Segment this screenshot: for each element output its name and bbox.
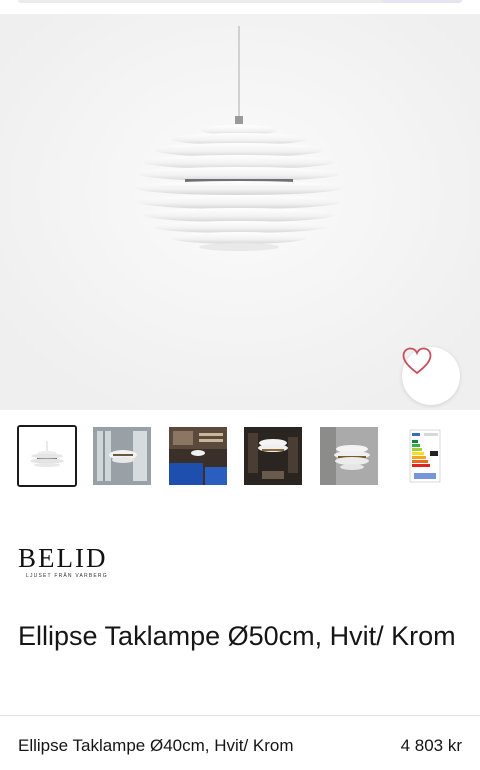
brand-name: BELID <box>18 543 108 573</box>
top-strip <box>0 0 480 14</box>
variant-name: Ellipse Taklampe Ø40cm, Hvit/ Krom <box>18 736 294 755</box>
thumb-lamp-white[interactable] <box>17 425 77 487</box>
top-accent-bar <box>382 0 462 3</box>
heart-icon <box>402 347 432 375</box>
thumb-livingroom-blue-sofa[interactable] <box>169 427 227 485</box>
variant-price: 4 803 kr <box>400 736 462 755</box>
thumb-lamp-dark-room[interactable] <box>244 427 302 485</box>
thumb-lamp-closeup[interactable] <box>320 427 378 485</box>
thumb-lamp-window[interactable] <box>93 427 151 485</box>
favorite-button[interactable] <box>402 347 460 405</box>
sticky-variant-bar[interactable]: Ellipse Taklampe Ø40cm, Hvit/ Krom 4 803… <box>0 715 480 770</box>
product-title: Ellipse Taklampe Ø50cm, Hvit/ Krom <box>18 621 456 651</box>
brand-tagline: LJUSET FRÅN VARBERG <box>26 573 108 579</box>
thumbnail-strip <box>0 425 480 489</box>
thumb-energy-label[interactable] <box>396 427 454 485</box>
brand-logo[interactable]: BELID LJUSET FRÅN VARBERG <box>18 544 138 584</box>
main-product-image[interactable] <box>0 14 480 410</box>
